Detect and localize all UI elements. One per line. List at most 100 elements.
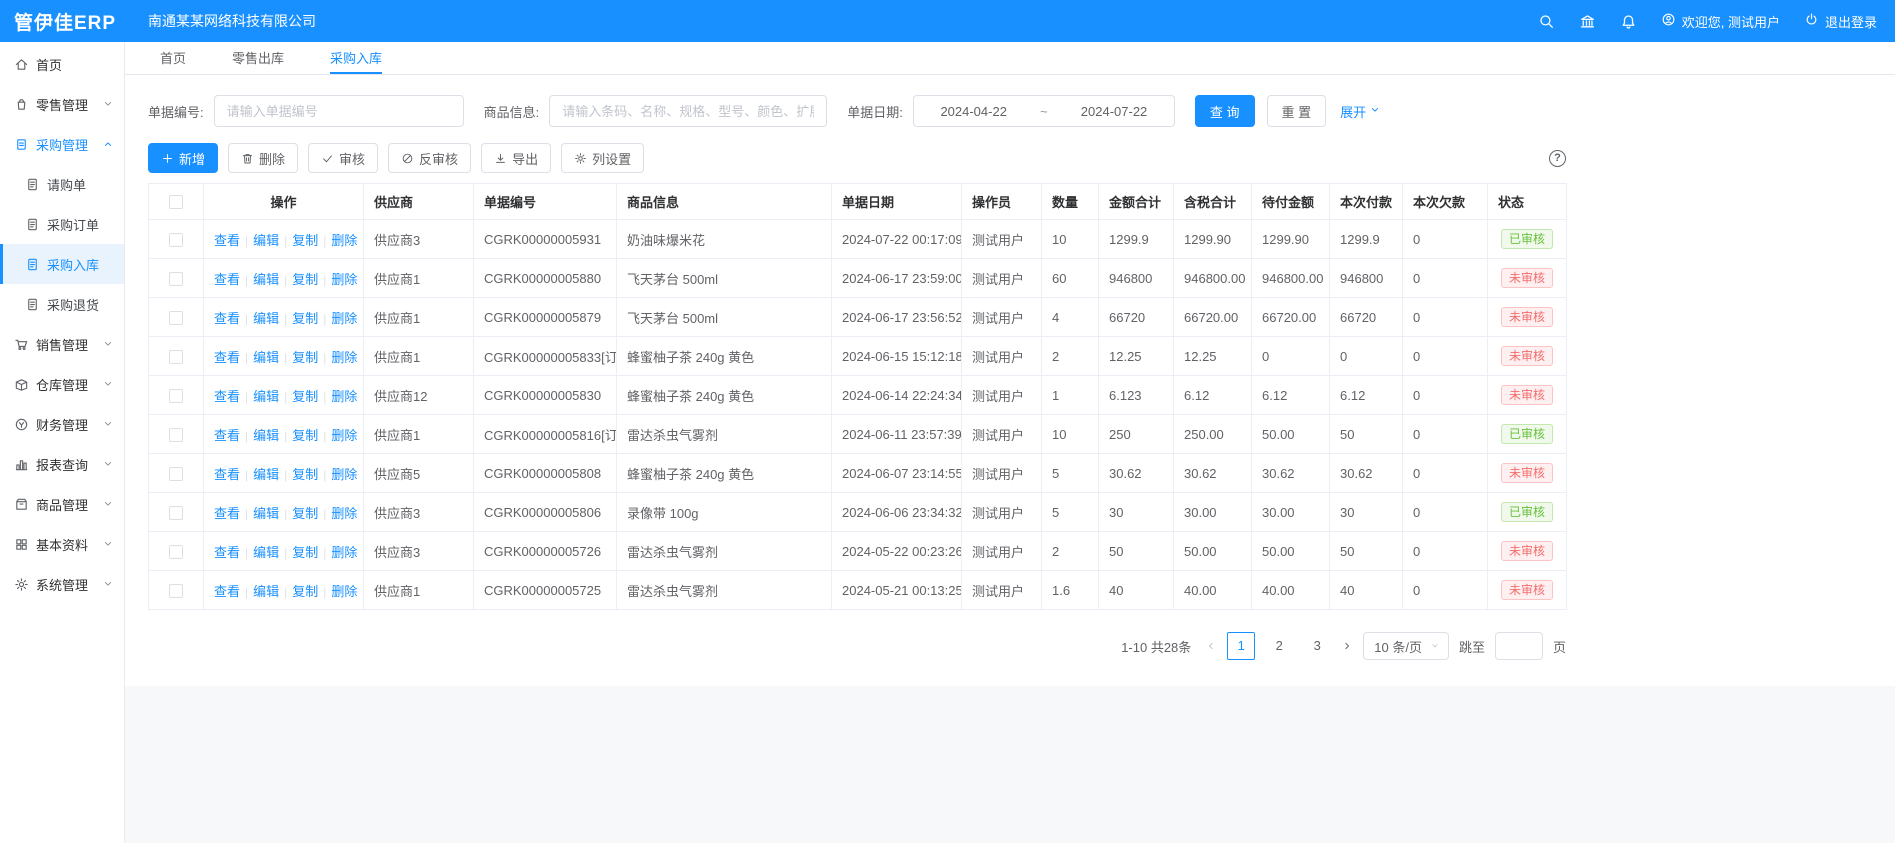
- row-action-delete[interactable]: 删除: [331, 272, 357, 287]
- row-action-edit[interactable]: 编辑: [253, 272, 279, 287]
- page-button-1[interactable]: 1: [1227, 632, 1255, 660]
- sidebar-subitem-purchase-return[interactable]: 采购退货: [0, 284, 124, 324]
- row-checkbox[interactable]: [169, 584, 183, 598]
- expand-link[interactable]: 展开: [1340, 102, 1381, 121]
- row-checkbox[interactable]: [169, 506, 183, 520]
- sidebar-subitem-purchase-request[interactable]: 请购单: [0, 164, 124, 204]
- next-page-button[interactable]: [1341, 640, 1353, 652]
- row-action-view[interactable]: 查看: [214, 428, 240, 443]
- row-checkbox[interactable]: [169, 467, 183, 481]
- sidebar-subitem-purchase-order[interactable]: 采购订单: [0, 204, 124, 244]
- row-action-edit[interactable]: 编辑: [253, 506, 279, 521]
- row-action-copy[interactable]: 复制: [292, 311, 318, 326]
- tab-purchase-inbound[interactable]: 采购入库: [330, 42, 382, 74]
- row-action-delete[interactable]: 删除: [331, 233, 357, 248]
- export-button[interactable]: 导出: [481, 143, 551, 173]
- row-action-edit[interactable]: 编辑: [253, 350, 279, 365]
- unaudit-button[interactable]: 反审核: [388, 143, 471, 173]
- row-action-copy[interactable]: 复制: [292, 506, 318, 521]
- row-action-view[interactable]: 查看: [214, 350, 240, 365]
- row-checkbox[interactable]: [169, 545, 183, 559]
- cell-pending: 30.62: [1252, 454, 1330, 493]
- row-action-view[interactable]: 查看: [214, 272, 240, 287]
- jump-page-input[interactable]: [1495, 632, 1543, 660]
- row-action-copy[interactable]: 复制: [292, 467, 318, 482]
- row-action-copy[interactable]: 复制: [292, 233, 318, 248]
- row-action-view[interactable]: 查看: [214, 545, 240, 560]
- bell-icon[interactable]: [1620, 13, 1637, 30]
- sidebar-item-reports[interactable]: 报表查询: [0, 444, 124, 484]
- row-action-view[interactable]: 查看: [214, 389, 240, 404]
- row-checkbox[interactable]: [169, 311, 183, 325]
- row-checkbox[interactable]: [169, 428, 183, 442]
- row-action-copy[interactable]: 复制: [292, 350, 318, 365]
- user-menu[interactable]: 欢迎您, 测试用户: [1661, 12, 1780, 31]
- delete-button[interactable]: 删除: [228, 143, 298, 173]
- row-action-delete[interactable]: 删除: [331, 428, 357, 443]
- row-action-copy[interactable]: 复制: [292, 428, 318, 443]
- add-button[interactable]: 新增: [148, 143, 218, 173]
- row-action-delete[interactable]: 删除: [331, 545, 357, 560]
- status-badge: 未审核: [1501, 541, 1553, 561]
- sidebar-item-goods[interactable]: 商品管理: [0, 484, 124, 524]
- row-action-delete[interactable]: 删除: [331, 311, 357, 326]
- bank-icon[interactable]: [1579, 13, 1596, 30]
- row-checkbox[interactable]: [169, 233, 183, 247]
- row-action-edit[interactable]: 编辑: [253, 467, 279, 482]
- row-action-view[interactable]: 查看: [214, 584, 240, 599]
- row-action-edit[interactable]: 编辑: [253, 311, 279, 326]
- page-button-3[interactable]: 3: [1303, 632, 1331, 660]
- row-action-view[interactable]: 查看: [214, 467, 240, 482]
- cell-date: 2024-06-17 23:59:00: [832, 259, 962, 298]
- prev-page-button[interactable]: [1205, 640, 1217, 652]
- row-action-view[interactable]: 查看: [214, 233, 240, 248]
- row-action-edit[interactable]: 编辑: [253, 584, 279, 599]
- reset-button[interactable]: 重 置: [1267, 95, 1327, 127]
- sidebar-item-home[interactable]: 首页: [0, 44, 124, 84]
- row-action-view[interactable]: 查看: [214, 311, 240, 326]
- doc-no-input[interactable]: [214, 95, 464, 127]
- sidebar-item-retail[interactable]: 零售管理: [0, 84, 124, 124]
- sidebar-item-sales[interactable]: 销售管理: [0, 324, 124, 364]
- row-checkbox[interactable]: [169, 350, 183, 364]
- sidebar-subitem-purchase-inbound[interactable]: 采购入库: [0, 244, 124, 284]
- row-action-delete[interactable]: 删除: [331, 584, 357, 599]
- sidebar-item-finance[interactable]: 财务管理: [0, 404, 124, 444]
- app-logo[interactable]: 管伊佳ERP: [14, 8, 126, 35]
- row-action-edit[interactable]: 编辑: [253, 545, 279, 560]
- page-button-2[interactable]: 2: [1265, 632, 1293, 660]
- help-icon[interactable]: [1549, 150, 1566, 167]
- select-all-checkbox[interactable]: [169, 195, 183, 209]
- row-action-delete[interactable]: 删除: [331, 467, 357, 482]
- row-action-copy[interactable]: 复制: [292, 584, 318, 599]
- row-action-edit[interactable]: 编辑: [253, 389, 279, 404]
- row-action-edit[interactable]: 编辑: [253, 428, 279, 443]
- tab-home[interactable]: 首页: [160, 42, 186, 74]
- sidebar-item-system[interactable]: 系统管理: [0, 564, 124, 604]
- logout-button[interactable]: 退出登录: [1804, 12, 1877, 31]
- tab-retail-outbound[interactable]: 零售出库: [232, 42, 284, 74]
- row-action-copy[interactable]: 复制: [292, 545, 318, 560]
- sidebar-item-warehouse[interactable]: 仓库管理: [0, 364, 124, 404]
- col-tax-total: 含税合计: [1174, 184, 1252, 220]
- date-range-picker[interactable]: 2024-04-22 ~ 2024-07-22: [913, 95, 1175, 127]
- page-size-select[interactable]: 10 条/页: [1363, 632, 1449, 660]
- row-action-copy[interactable]: 复制: [292, 389, 318, 404]
- row-checkbox[interactable]: [169, 272, 183, 286]
- search-icon[interactable]: [1538, 13, 1555, 30]
- audit-button[interactable]: 审核: [308, 143, 378, 173]
- row-action-copy[interactable]: 复制: [292, 272, 318, 287]
- column-settings-button[interactable]: 列设置: [561, 143, 644, 173]
- check-icon: [321, 152, 334, 165]
- row-action-edit[interactable]: 编辑: [253, 233, 279, 248]
- product-info-input[interactable]: [549, 95, 827, 127]
- search-button[interactable]: 查 询: [1195, 95, 1255, 127]
- row-action-delete[interactable]: 删除: [331, 350, 357, 365]
- row-action-view[interactable]: 查看: [214, 506, 240, 521]
- row-action-delete[interactable]: 删除: [331, 389, 357, 404]
- sidebar-item-purchase[interactable]: 采购管理: [0, 124, 124, 164]
- row-action-delete[interactable]: 删除: [331, 506, 357, 521]
- sidebar-item-basic-data[interactable]: 基本资料: [0, 524, 124, 564]
- jump-label: 跳至: [1459, 637, 1485, 656]
- row-checkbox[interactable]: [169, 389, 183, 403]
